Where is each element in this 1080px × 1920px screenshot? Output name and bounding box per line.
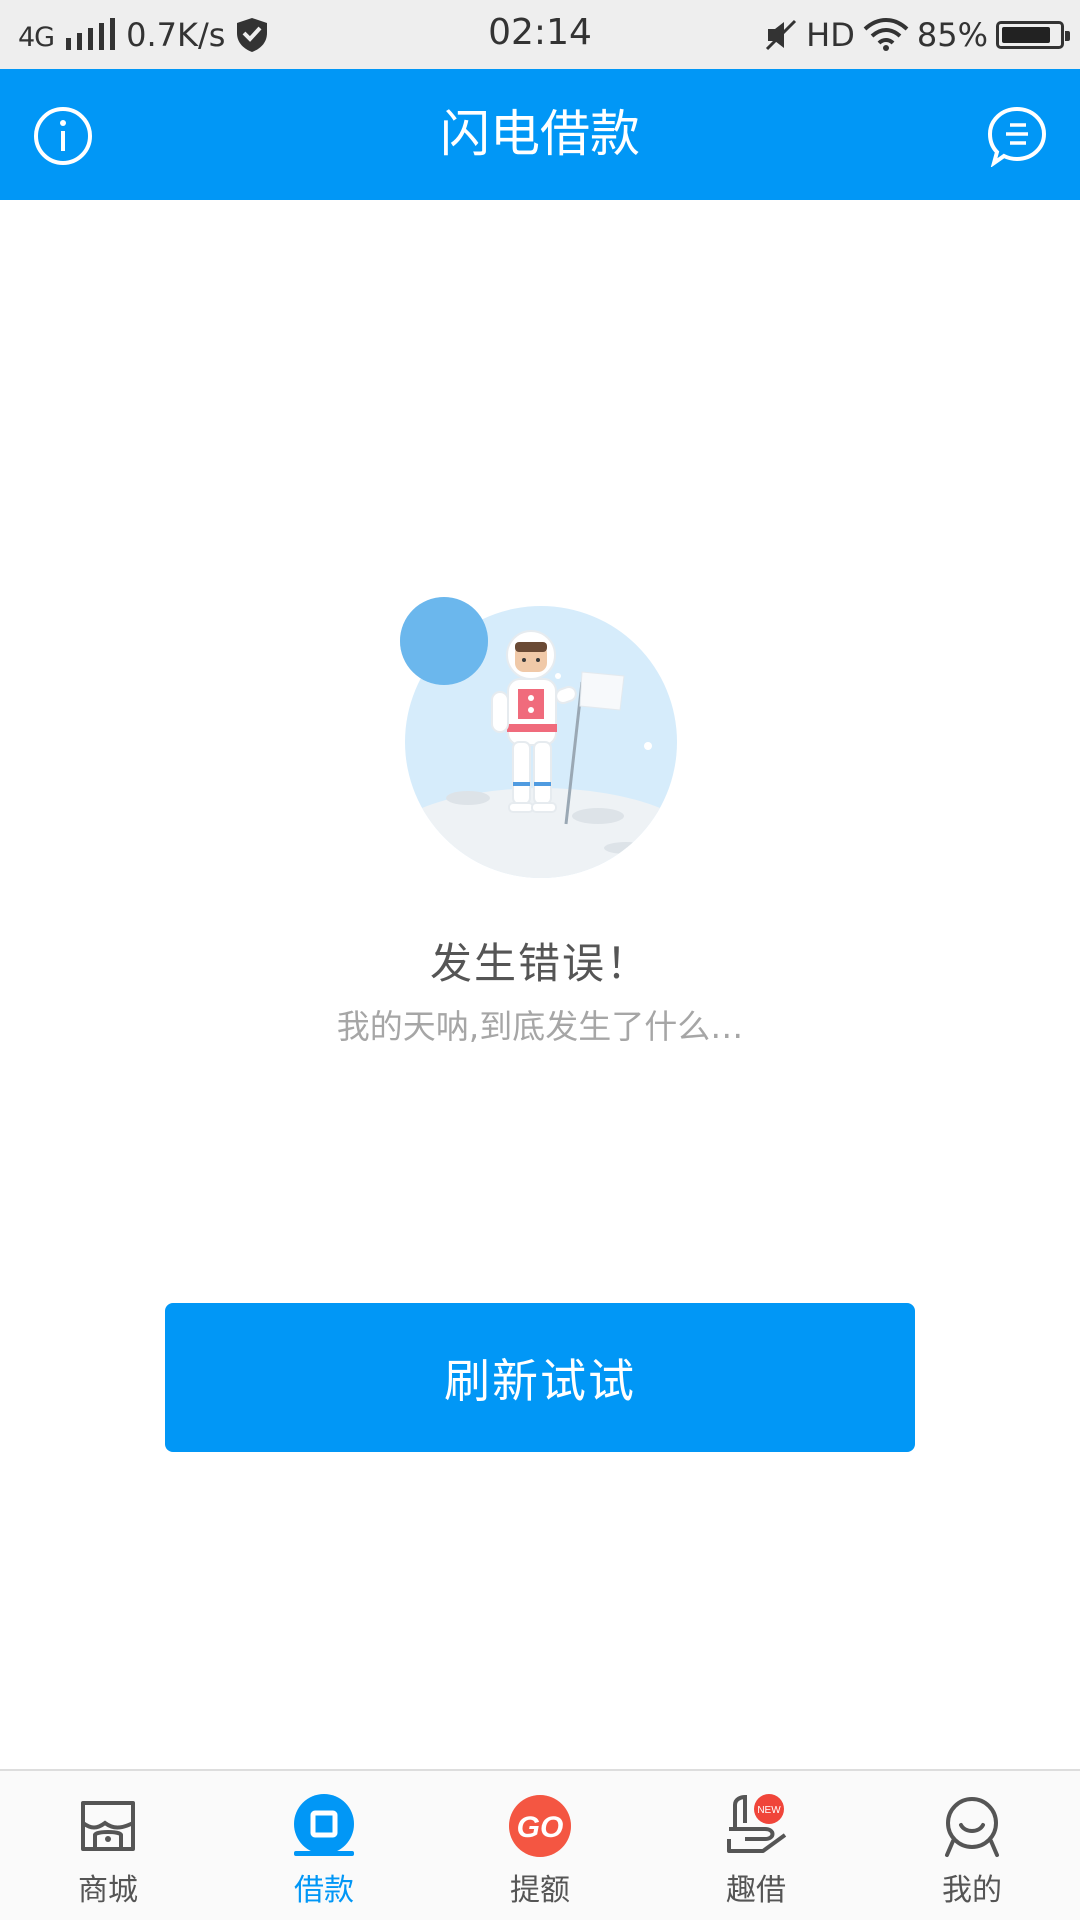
- loan-icon: [294, 1794, 354, 1856]
- battery-percent: 85%: [916, 15, 988, 54]
- nav-label-loan: 借款: [294, 1873, 354, 1908]
- battery-fill: [1002, 26, 1050, 43]
- wifi-icon: [863, 17, 909, 51]
- nav-item-store[interactable]: 商城: [0, 1771, 216, 1920]
- app-header: 闪电借款: [0, 69, 1080, 200]
- astronaut-illustration: [400, 597, 677, 878]
- go-icon: GO: [509, 1795, 571, 1857]
- refresh-button-label: 刷新试试: [444, 1353, 636, 1408]
- bottom-nav: 商城 借款 GO 提额 NEW 趣借 我的: [0, 1769, 1080, 1920]
- page-title: 闪电借款: [440, 105, 640, 163]
- nav-item-fun-loan[interactable]: NEW 趣借: [648, 1771, 864, 1920]
- svg-text:GO: GO: [517, 1811, 564, 1844]
- hd-label: HD: [806, 15, 855, 54]
- nav-item-raise-limit[interactable]: GO 提额: [432, 1771, 648, 1920]
- nav-label-profile: 我的: [942, 1873, 1002, 1908]
- profile-icon: [945, 1797, 999, 1857]
- error-subtitle: 我的天呐,到底发生了什么…: [336, 1007, 744, 1046]
- nav-item-loan[interactable]: 借款: [216, 1771, 432, 1920]
- nav-label-fun-loan: 趣借: [726, 1873, 786, 1908]
- store-icon: [81, 1801, 135, 1851]
- message-icon[interactable]: [986, 105, 1048, 167]
- new-badge: NEW: [757, 1805, 781, 1816]
- mute-icon: [766, 19, 797, 50]
- error-title: 发生错误！: [429, 939, 650, 988]
- nav-label-store: 商城: [78, 1873, 138, 1908]
- nav-item-profile[interactable]: 我的: [864, 1771, 1080, 1920]
- status-bar: 4G 0.7K/s 02:14 HD 85%: [0, 0, 1080, 69]
- screen: 4G 0.7K/s 02:14 HD 85% 闪电借款 发生错误！ 我的天呐,到…: [0, 0, 1080, 1920]
- refresh-button[interactable]: 刷新试试: [165, 1303, 915, 1452]
- hand-icon: NEW: [727, 1794, 787, 1853]
- battery-icon: [996, 20, 1070, 49]
- nav-label-raise-limit: 提额: [510, 1873, 570, 1908]
- status-right: HD 85%: [764, 12, 1070, 57]
